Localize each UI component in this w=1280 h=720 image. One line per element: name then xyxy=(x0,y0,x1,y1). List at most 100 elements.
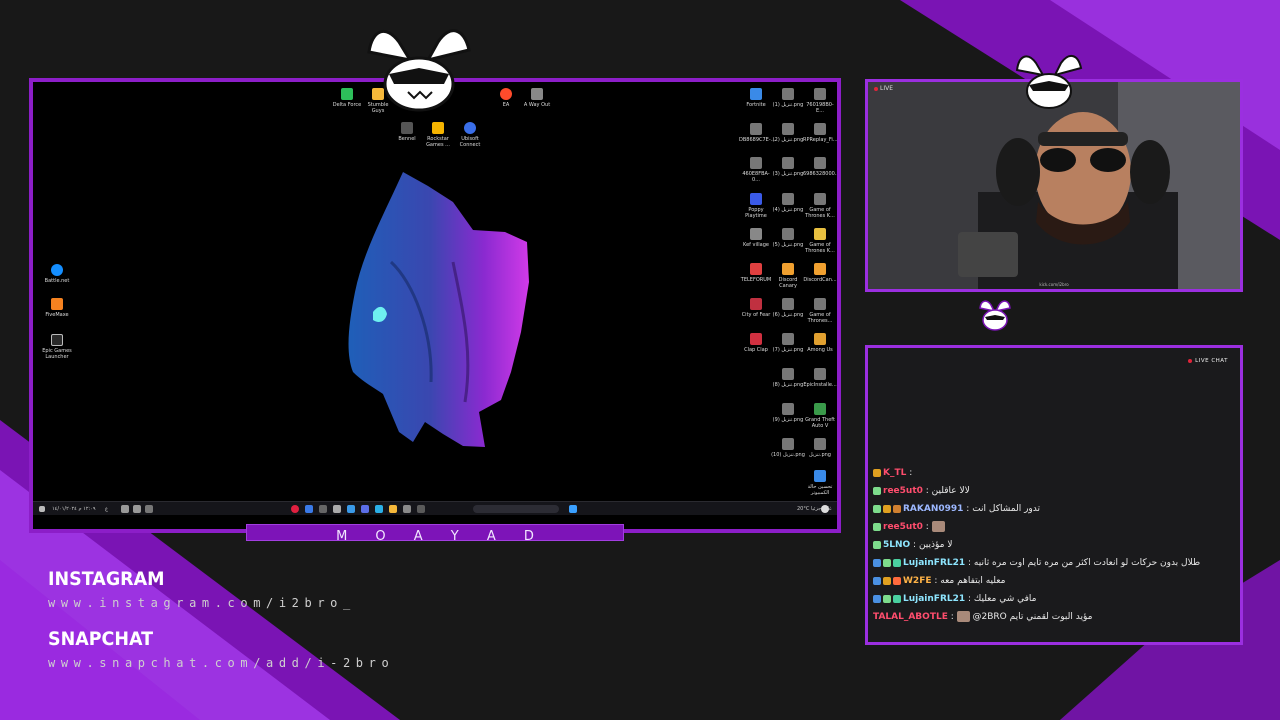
desktop-icon-bennel[interactable]: Bennel xyxy=(390,122,424,142)
chat-separator: : xyxy=(963,504,973,514)
volume-icon[interactable] xyxy=(133,505,141,513)
streamer-name-bar: M O A Y A D xyxy=(246,524,624,544)
mascot-logo-icon xyxy=(1015,55,1083,109)
streamer-name: M O A Y A D xyxy=(336,529,546,544)
desktop-icon-right[interactable]: تنزيل (2).png xyxy=(771,123,805,143)
chat-username[interactable]: 5LNO xyxy=(883,540,910,550)
wifi-icon[interactable] xyxy=(121,505,129,513)
file-icon xyxy=(750,157,762,169)
chat-message: ree5ut0 : xyxy=(873,518,1235,536)
desktop-icon-right[interactable]: تنزيل (1).png xyxy=(771,88,805,108)
taskbar-app-icon[interactable] xyxy=(403,505,411,513)
desktop-icon-right[interactable]: Game of Thrones K... xyxy=(803,193,837,219)
fivem-icon xyxy=(51,298,63,310)
desktop-icon-right[interactable]: 6986328000... xyxy=(803,157,837,177)
chat-badge-icon xyxy=(893,576,901,585)
desktop-icon-right[interactable]: Fortnite xyxy=(739,88,773,108)
desktop-icon-right[interactable]: Clap Clap xyxy=(739,333,773,353)
folder-icon xyxy=(814,228,826,240)
windows-start-icon[interactable] xyxy=(569,505,577,513)
taskbar-app-icon[interactable] xyxy=(417,505,425,513)
desktop-icon-right[interactable]: تنزيل (7).png xyxy=(771,333,805,353)
taskbar-app-icon[interactable] xyxy=(347,505,355,513)
desktop-icon-right[interactable]: تنزيل (8).png xyxy=(771,368,805,388)
desktop-icon-right[interactable]: TELEFORUM xyxy=(739,263,773,283)
desktop-icon-right[interactable]: Among Us xyxy=(803,333,837,353)
gta-icon xyxy=(814,403,826,415)
a-way-out-icon xyxy=(531,88,543,100)
desktop-icon-rockstar[interactable]: Rockstar Games ... xyxy=(421,122,455,148)
desktop-icon-a-way-out[interactable]: A Way Out xyxy=(520,88,554,108)
battlenet-icon xyxy=(51,264,63,276)
mascot-logo-icon xyxy=(367,29,471,112)
desktop-icon-fivem[interactable]: FiveMaxe xyxy=(40,298,74,318)
chevron-up-icon[interactable] xyxy=(145,505,153,513)
taskbar-app-icon[interactable] xyxy=(389,505,397,513)
desktop-icon-right[interactable]: City of Fear xyxy=(739,298,773,318)
epic-games-icon xyxy=(51,334,63,346)
chat-message: LujainFRL21 : طلال بدون حركات لو انعادت … xyxy=(873,554,1235,572)
snapchat-url: www.snapchat.com/add/i-2bro xyxy=(48,656,395,670)
chat-separator: : xyxy=(947,612,957,622)
taskbar-app-icon[interactable] xyxy=(305,505,313,513)
desktop-icon-right[interactable]: تنزيل (10).png xyxy=(771,438,805,458)
desktop-icon-right[interactable]: RPReplay_Fi... xyxy=(803,123,837,143)
desktop-icon-right[interactable]: تنزيل (3).png xyxy=(771,157,805,177)
desktop-icon-right[interactable]: EpicInstalle... xyxy=(803,368,837,388)
pc-health-icon xyxy=(814,470,826,482)
screen-capture-frame: Delta Force Stumble Guys EA A Way Out Be… xyxy=(29,78,841,533)
chat-text: معليه ابتفاهم معه xyxy=(940,576,1006,586)
chat-badge-icon xyxy=(893,594,901,603)
desktop-icon-right[interactable]: Poppy Playtime xyxy=(739,193,773,219)
chat-username[interactable]: RAKAN0991 xyxy=(903,504,963,514)
chat-username[interactable]: K_TL xyxy=(883,468,906,478)
chat-message: 5LNO : لا مؤذيين xyxy=(873,536,1235,554)
file-icon xyxy=(782,403,794,415)
file-icon xyxy=(814,193,826,205)
chat-username[interactable]: LujainFRL21 xyxy=(903,558,965,568)
chat-username[interactable]: ree5ut0 xyxy=(883,486,923,496)
desktop-icon-ubisoft[interactable]: Ubisoft Connect xyxy=(453,122,487,148)
desktop-icon-right[interactable]: تنزيل (5).png xyxy=(771,228,805,248)
taskbar-search-box[interactable] xyxy=(473,505,559,513)
desktop-icon-right[interactable]: 460E8FBA-0... xyxy=(739,157,773,183)
file-icon xyxy=(750,123,762,135)
chat-badge-icon xyxy=(883,504,891,513)
taskbar-app-icon[interactable] xyxy=(361,505,369,513)
chat-username[interactable]: TALAL_ABOTLE xyxy=(873,612,948,622)
chat-username[interactable]: W2FE xyxy=(903,576,932,586)
taskbar-app-icon[interactable] xyxy=(291,505,299,513)
file-icon xyxy=(814,368,826,380)
desktop-icon-right[interactable]: تنزيل (9).png xyxy=(771,403,805,423)
webcam-frame: LIVE kick.com/i2bro xyxy=(865,79,1243,292)
desktop-icon-battlenet[interactable]: Battle.net xyxy=(40,264,74,284)
desktop-icon-right[interactable]: تنزيل.png xyxy=(803,438,837,458)
taskbar-app-icon[interactable] xyxy=(375,505,383,513)
desktop-icon-right[interactable]: تنزيل (4).png xyxy=(771,193,805,213)
file-icon xyxy=(814,157,826,169)
taskbar-show-desktop-icon[interactable] xyxy=(39,506,45,512)
chat-separator: : xyxy=(965,594,974,604)
desktop-icon-right[interactable]: DB8689C7E-... xyxy=(739,123,775,143)
desktop-icon-right[interactable]: Discord Canary xyxy=(771,263,805,289)
desktop-icon-right[interactable]: Game of Thrones... xyxy=(803,298,837,324)
desktop-icon-epic-games[interactable]: Epic Games Launcher xyxy=(40,334,74,360)
taskbar-app-icon[interactable] xyxy=(319,505,327,513)
desktop-icon-right[interactable]: 760198B0-E... xyxy=(803,88,837,114)
desktop-icon-right[interactable]: Game of Thrones K... xyxy=(803,228,837,254)
taskbar-app-icon[interactable] xyxy=(333,505,341,513)
desktop-icon-right[interactable]: تحسين حالة الكمبيوتر xyxy=(803,470,837,496)
desktop-icon-delta-force[interactable]: Delta Force xyxy=(330,88,364,108)
desktop-icon-right[interactable]: تنزيل (6).png xyxy=(771,298,805,318)
taskbar-language[interactable]: ع xyxy=(105,505,108,513)
desktop-icon-right[interactable]: DiscordCan... xyxy=(803,263,837,283)
desktop-icon-right[interactable]: Grand Theft Auto V xyxy=(803,403,837,429)
chat-emote-icon xyxy=(956,611,970,622)
chat-badge-icon xyxy=(893,504,901,513)
taskbar-clock[interactable]: ١٢:٠٩ م ١٤/٠١/٢٠٢٤ xyxy=(49,505,96,513)
chat-username[interactable]: LujainFRL21 xyxy=(903,594,965,604)
chat-username[interactable]: ree5ut0 xyxy=(883,522,923,532)
desktop-icon-ea[interactable]: EA xyxy=(489,88,523,108)
file-icon xyxy=(814,298,826,310)
desktop-icon-right[interactable]: Kef village xyxy=(739,228,773,248)
